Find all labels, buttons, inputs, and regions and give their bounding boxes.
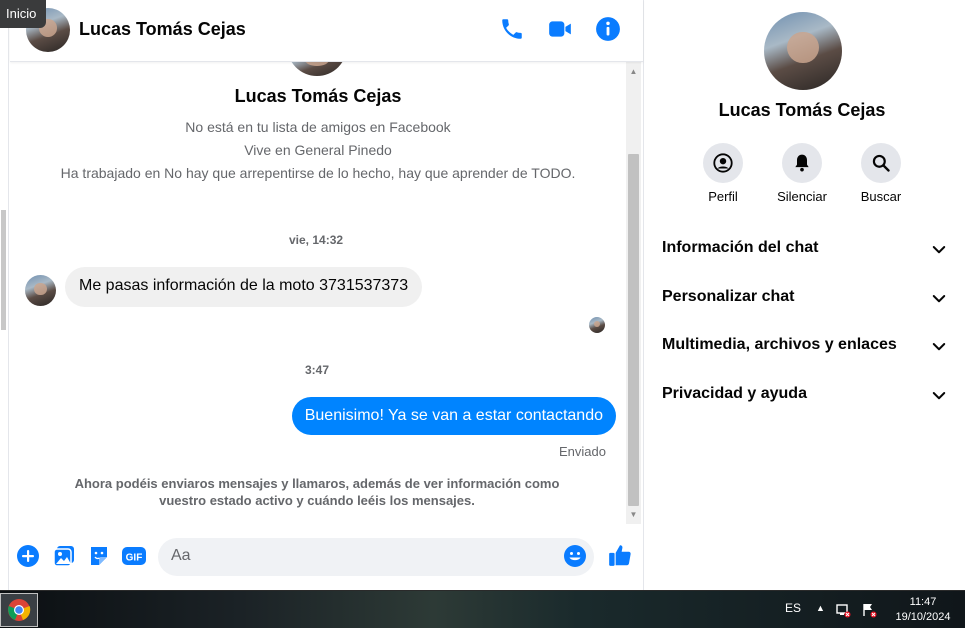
scroll-down-arrow[interactable]: ▼: [626, 507, 641, 522]
thumbs-up-icon[interactable]: [607, 542, 633, 568]
contact-name[interactable]: Lucas Tomás Cejas: [79, 19, 246, 40]
section-media-files-links[interactable]: Multimedia, archivos y enlaces: [662, 336, 948, 360]
system-clock[interactable]: 11:47 19/10/2024: [890, 595, 956, 625]
info-icon[interactable]: [595, 16, 621, 42]
messenger-window: Inicio Lucas Tomás Cejas Lucas Tomás Cej…: [0, 0, 965, 628]
message-scrollbar[interactable]: ▲ ▼: [626, 62, 641, 524]
mute-button[interactable]: Silenciar: [762, 143, 842, 204]
timestamp-separator: 3:47: [305, 363, 330, 377]
flag-alert-icon[interactable]: [861, 602, 877, 618]
scroll-up-arrow[interactable]: ▲: [626, 64, 641, 79]
intro-location: Vive en General Pinedo: [244, 142, 392, 158]
bell-icon: [782, 143, 822, 183]
section-chat-info-label: Información del chat: [662, 239, 819, 256]
privacy-notice-line: Ahora podéis enviaros mensajes y llamaro…: [74, 476, 560, 491]
search-icon: [861, 143, 901, 183]
sticker-icon[interactable]: [87, 544, 111, 568]
message-composer: GIF Aa: [10, 525, 643, 589]
search-button[interactable]: Buscar: [841, 143, 921, 204]
start-tooltip: Inicio: [0, 0, 46, 28]
gif-label: GIF: [126, 553, 143, 564]
taskbar: ES ▲ 11:47 19/10/2024: [0, 590, 965, 628]
profile-avatar[interactable]: [764, 12, 842, 90]
chevron-down-icon: [932, 246, 946, 254]
conversation-details-panel: Lucas Tomás Cejas Perfil Silenciar Busca…: [643, 0, 965, 590]
language-indicator[interactable]: ES: [785, 601, 801, 615]
message-input[interactable]: [158, 538, 594, 576]
profile-icon: [703, 143, 743, 183]
intro-friend-status: No está en tu lista de amigos en Faceboo…: [185, 119, 451, 135]
section-chat-info[interactable]: Información del chat: [662, 239, 948, 263]
section-customize-chat[interactable]: Personalizar chat: [662, 288, 948, 312]
timestamp-separator: vie, 14:32: [289, 233, 344, 247]
video-camera-icon[interactable]: [547, 16, 573, 42]
mute-button-label: Silenciar: [777, 189, 827, 204]
message-list: Lucas Tomás Cejas No está en tu lista de…: [10, 62, 626, 524]
network-icon[interactable]: [835, 602, 851, 618]
chat-header: Lucas Tomás Cejas: [10, 0, 643, 62]
profile-button[interactable]: Perfil: [683, 143, 763, 204]
privacy-notice: Ahora podéis enviaros mensajes y llamaro…: [70, 475, 564, 509]
photo-icon[interactable]: [52, 544, 76, 568]
outgoing-message[interactable]: Buenisimo! Ya se van a estar contactando: [291, 397, 616, 435]
chevron-down-icon: [932, 392, 946, 400]
left-window-edge: [0, 0, 9, 590]
left-scrollbar-thumb[interactable]: [1, 210, 6, 330]
gif-icon[interactable]: GIF: [121, 544, 147, 568]
section-customize-chat-label: Personalizar chat: [662, 288, 795, 305]
message-input-placeholder: Aa: [171, 547, 191, 564]
scroll-thumb[interactable]: [628, 154, 639, 506]
phone-icon[interactable]: [499, 16, 525, 42]
sender-avatar[interactable]: [25, 275, 56, 306]
incoming-message[interactable]: Me pasas información de la moto 37315373…: [65, 267, 423, 307]
sent-status: Enviado: [559, 444, 606, 459]
read-receipt-avatar: [589, 317, 605, 333]
profile-button-label: Perfil: [708, 189, 738, 204]
section-privacy-help[interactable]: Privacidad y ayuda: [662, 385, 948, 409]
plus-icon[interactable]: [16, 544, 40, 568]
profile-name: Lucas Tomás Cejas: [718, 100, 886, 120]
tray-expand-icon[interactable]: ▲: [816, 603, 825, 613]
search-button-label: Buscar: [860, 189, 902, 204]
chrome-icon: [8, 599, 31, 621]
clock-date: 19/10/2024: [895, 611, 951, 623]
clock-time: 11:47: [909, 596, 937, 608]
start-button[interactable]: [0, 593, 38, 627]
section-privacy-help-label: Privacidad y ayuda: [662, 385, 807, 402]
intro-name: Lucas Tomás Cejas: [234, 86, 402, 106]
intro-avatar: [287, 62, 347, 76]
emoji-icon[interactable]: [563, 544, 587, 568]
chevron-down-icon: [932, 343, 946, 351]
section-media-files-links-label: Multimedia, archivos y enlaces: [662, 336, 897, 353]
chevron-down-icon: [932, 295, 946, 303]
privacy-notice-line: vuestro estado activo y cuándo leéis los…: [159, 493, 475, 508]
intro-work: Ha trabajado en No hay que arrepentirse …: [60, 165, 576, 181]
